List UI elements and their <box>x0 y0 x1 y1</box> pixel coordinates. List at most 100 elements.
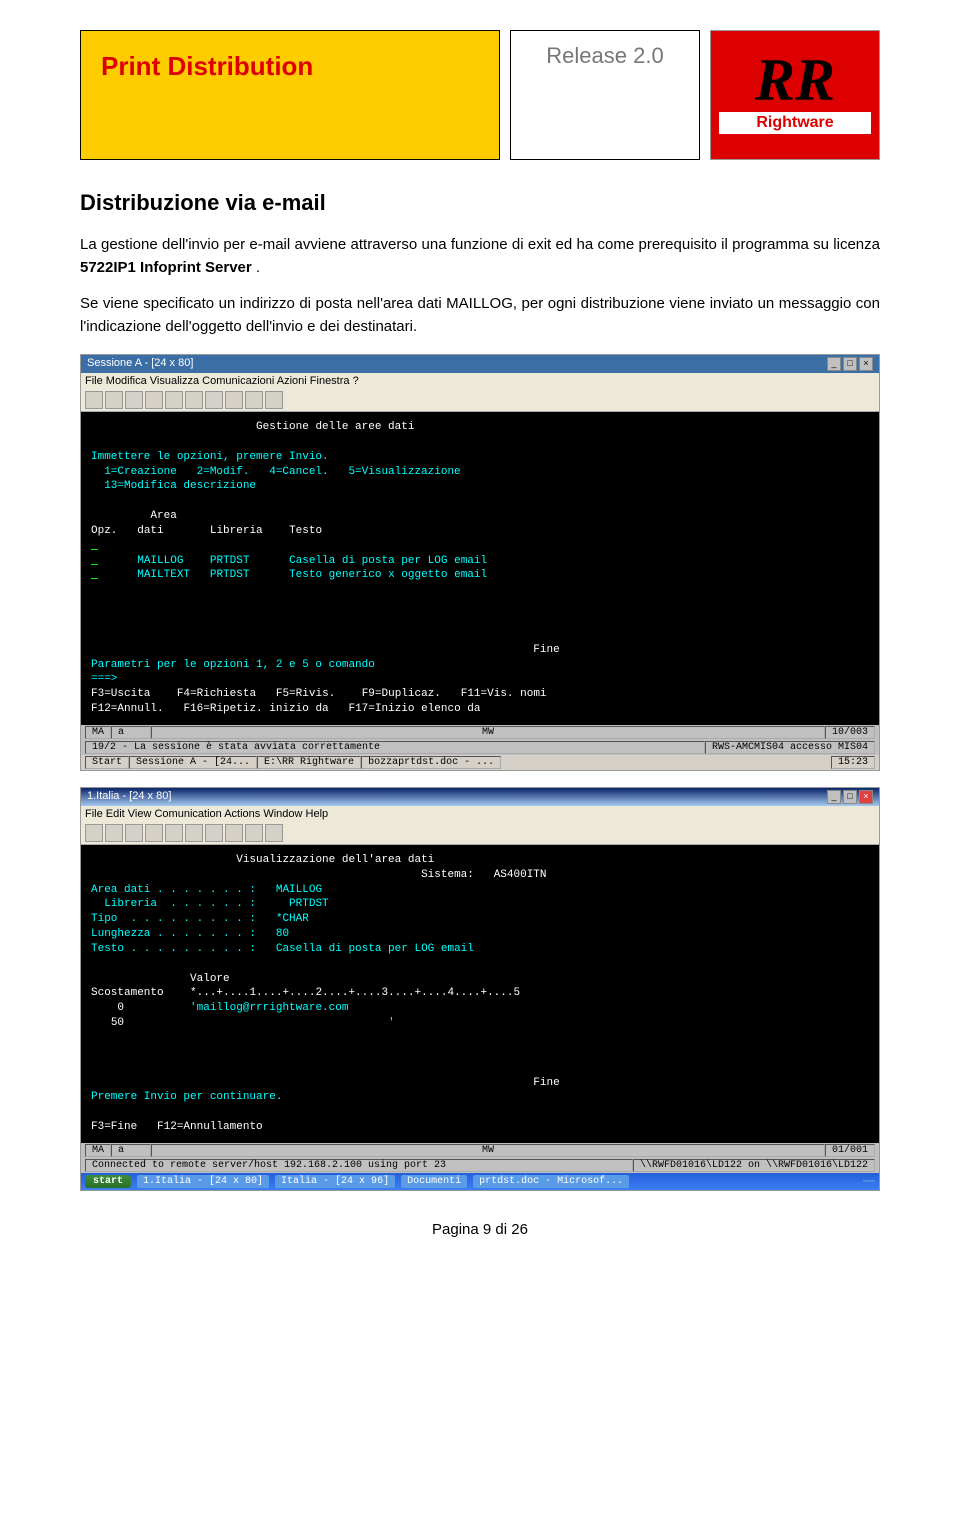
field-label: Lunghezza . . . . . . . : <box>91 928 256 940</box>
status-conn: RWS-AMCMIS04 accesso MIS04 <box>705 741 875 754</box>
status-msg: Connected to remote server/host 192.168.… <box>85 1159 633 1172</box>
row-text: Casella di posta per LOG email <box>289 555 487 567</box>
input-field[interactable] <box>91 555 98 567</box>
fkey: F12=Annull. <box>91 703 164 715</box>
toolbar-button[interactable] <box>265 824 283 842</box>
toolbar-button[interactable] <box>105 391 123 409</box>
toolbar-button[interactable] <box>145 391 163 409</box>
minimize-button[interactable]: _ <box>827 790 841 804</box>
system-label: Sistema: <box>421 869 474 881</box>
fkey: F4=Richiesta <box>177 688 256 700</box>
status-msg: 19/2 - La sessione è stata avviata corre… <box>85 741 705 754</box>
close-button[interactable]: × <box>859 790 873 804</box>
toolbar-button[interactable] <box>245 824 263 842</box>
toolbar <box>81 389 879 412</box>
taskbar-item[interactable]: prtdst.doc - Microsof... <box>473 1175 629 1188</box>
fkey: F16=Ripetiz. inizio da <box>183 703 328 715</box>
intro-line: Immettere le opzioni, premere Invio. <box>91 451 329 463</box>
toolbar-button[interactable] <box>165 824 183 842</box>
stat-a: a <box>111 1144 151 1157</box>
field-label: Libreria . . . . . . : <box>91 898 256 910</box>
toolbar-button[interactable] <box>225 391 243 409</box>
minimize-button[interactable]: _ <box>827 357 841 371</box>
fkey: F12=Annullamento <box>157 1121 263 1133</box>
logo: RR Rightware <box>710 30 880 160</box>
toolbar-button[interactable] <box>125 391 143 409</box>
paragraph-2: Se viene specificato un indirizzo di pos… <box>80 293 880 338</box>
start-button[interactable]: start <box>85 1175 131 1188</box>
field-value: MAILLOG <box>276 884 322 896</box>
taskbar-item[interactable]: Italia - [24 x 96] <box>275 1175 395 1188</box>
col-header-area: Area <box>150 510 176 522</box>
menubar[interactable]: File Modifica Visualizza Comunicazioni A… <box>81 373 879 389</box>
end-indicator: Fine <box>533 1077 559 1089</box>
options-line-2: 13=Modifica descrizione <box>91 480 256 492</box>
offset-0: 0 <box>117 1002 124 1014</box>
logo-brand: Rightware <box>719 112 870 134</box>
taskbar-item[interactable]: 1.Italia - [24 x 80] <box>137 1175 269 1188</box>
toolbar-button[interactable] <box>85 391 103 409</box>
field-label: Area dati . . . . . . . : <box>91 884 256 896</box>
end-indicator: Fine <box>533 644 559 656</box>
page-header: Print Distribution Release 2.0 RR Rightw… <box>80 30 880 160</box>
terminal-window-2: 1.Italia - [24 x 80] _ □ × File Edit Vie… <box>80 787 880 1191</box>
command-prompt[interactable]: ===> <box>91 673 117 685</box>
value-50: ' <box>388 1017 395 1029</box>
toolbar-button[interactable] <box>105 824 123 842</box>
stat-pos: 10/003 <box>825 726 875 739</box>
toolbar-button[interactable] <box>205 391 223 409</box>
maximize-button[interactable]: □ <box>843 357 857 371</box>
col-header-lib: Libreria <box>210 525 263 537</box>
os-statusbar: Connected to remote server/host 192.168.… <box>81 1158 879 1173</box>
taskbar-xp: start 1.Italia - [24 x 80] Italia - [24 … <box>81 1173 879 1190</box>
brand-title: Print Distribution <box>101 51 479 82</box>
offset-50: 50 <box>111 1017 124 1029</box>
field-value: 80 <box>276 928 289 940</box>
menubar[interactable]: File Edit View Comunication Actions Wind… <box>81 806 879 822</box>
toolbar-button[interactable] <box>125 824 143 842</box>
offset-header: Scostamento <box>91 987 164 999</box>
toolbar-button[interactable] <box>225 824 243 842</box>
maximize-button[interactable]: □ <box>843 790 857 804</box>
terminal-body[interactable]: Gestione delle aree dati Immettere le op… <box>81 412 879 725</box>
titlebar[interactable]: 1.Italia - [24 x 80] _ □ × <box>81 788 879 806</box>
toolbar-button[interactable] <box>145 824 163 842</box>
fkey: F11=Vis. nomi <box>461 688 547 700</box>
screen-title: Gestione delle aree dati <box>256 421 414 433</box>
terminal-body[interactable]: Visualizzazione dell'area dati Sistema: … <box>81 845 879 1143</box>
release-label: Release 2.0 <box>546 43 663 159</box>
taskbar-item[interactable]: bozzaprtdst.doc - ... <box>361 756 501 769</box>
start-button[interactable]: Start <box>85 756 129 769</box>
status-conn: \\RWFD01016\LD122 on \\RWFD01016\LD122 <box>633 1159 875 1172</box>
paragraph-1: La gestione dell'invio per e-mail avvien… <box>80 234 880 279</box>
input-field[interactable] <box>91 569 98 581</box>
field-value: *CHAR <box>276 913 309 925</box>
col-header-dati: dati <box>137 525 163 537</box>
toolbar-button[interactable] <box>205 824 223 842</box>
terminal-statusbar: MA a MW 10/003 <box>81 725 879 740</box>
col-header-testo: Testo <box>289 525 322 537</box>
toolbar-button[interactable] <box>165 391 183 409</box>
input-field[interactable] <box>91 540 98 552</box>
taskbar-item[interactable]: Sessione A - [24... <box>129 756 257 769</box>
toolbar-button[interactable] <box>265 391 283 409</box>
window-buttons: _ □ × <box>827 790 873 804</box>
toolbar-button[interactable] <box>185 391 203 409</box>
window-title: 1.Italia - [24 x 80] <box>87 790 171 804</box>
brand-box: Print Distribution <box>80 30 500 160</box>
taskbar-item[interactable]: Documenti <box>401 1175 467 1188</box>
toolbar-button[interactable] <box>185 824 203 842</box>
para1-text-c: . <box>256 259 260 276</box>
taskbar-item[interactable]: E:\RR Rightware <box>257 756 361 769</box>
stat-mw: MW <box>151 1144 825 1157</box>
toolbar-button[interactable] <box>245 391 263 409</box>
close-button[interactable]: × <box>859 357 873 371</box>
row-lib: PRTDST <box>210 555 250 567</box>
continue-prompt: Premere Invio per continuare. <box>91 1091 282 1103</box>
para1-bold: 5722IP1 Infoprint Server <box>80 259 252 276</box>
toolbar-button[interactable] <box>85 824 103 842</box>
row-area: MAILLOG <box>137 555 183 567</box>
titlebar[interactable]: Sessione A - [24 x 80] _ □ × <box>81 355 879 373</box>
stat-ma: MA <box>85 726 111 739</box>
fkey: F3=Fine <box>91 1121 137 1133</box>
